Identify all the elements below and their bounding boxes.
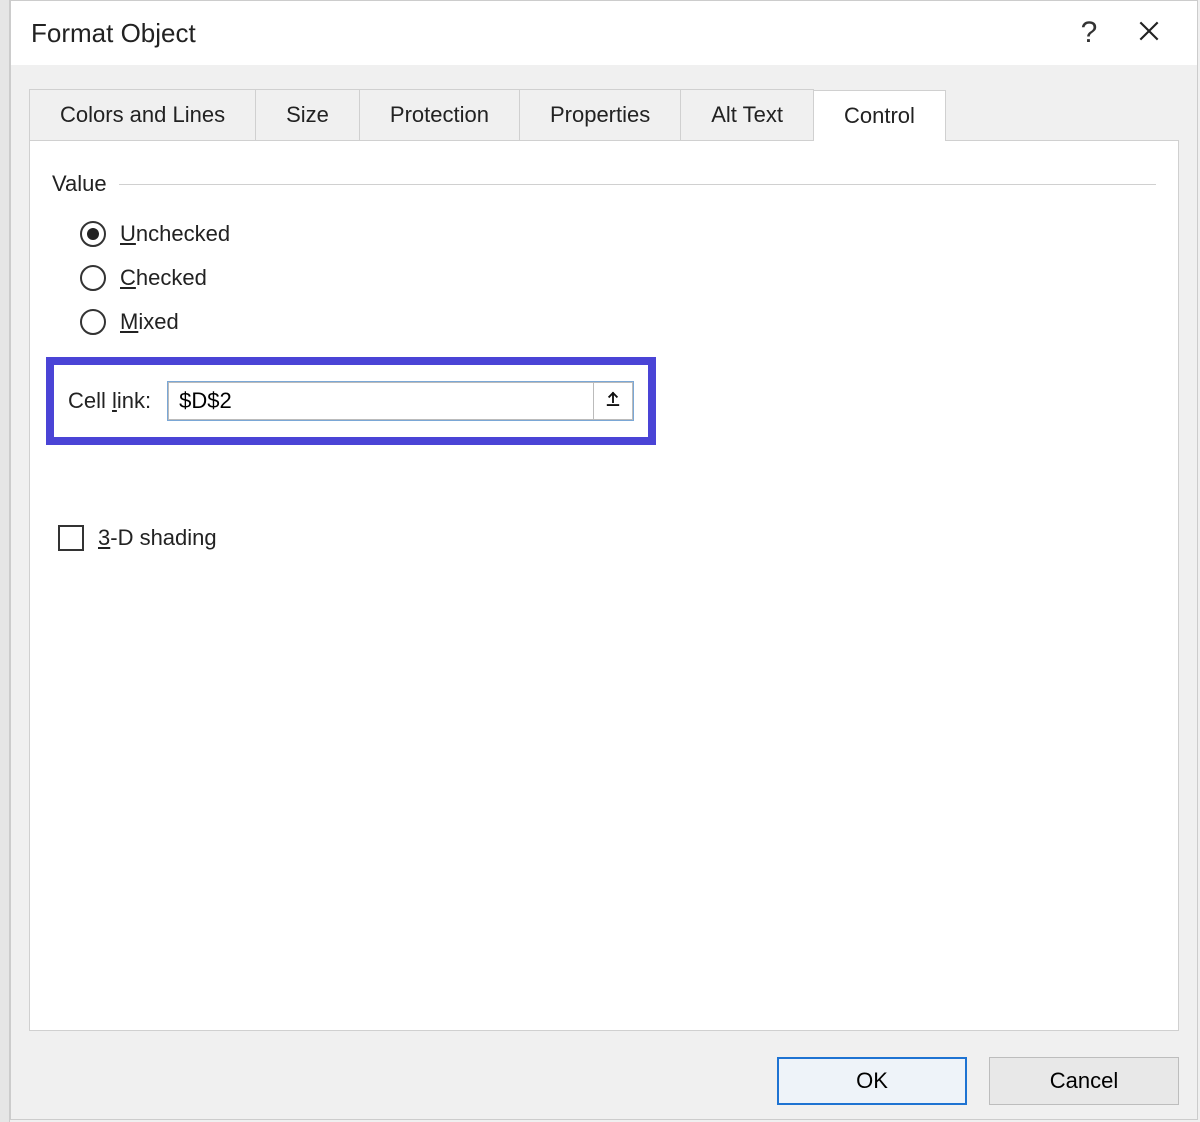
tabstrip: Colors and Lines Size Protection Propert… (29, 89, 1179, 141)
checkbox-icon (58, 525, 84, 551)
titlebar: Format Object ? (11, 1, 1197, 65)
tab-colors-and-lines[interactable]: Colors and Lines (29, 89, 256, 140)
radio-label: Checked (120, 265, 207, 291)
tab-label: Properties (550, 102, 650, 128)
tab-protection[interactable]: Protection (360, 89, 520, 140)
tab-properties[interactable]: Properties (520, 89, 681, 140)
cell-link-label: Cell link: (68, 388, 151, 414)
range-picker-button[interactable] (593, 382, 633, 420)
checkbox-3d-shading[interactable]: 3-D shading (58, 525, 1156, 551)
dialog-title: Format Object (31, 18, 1059, 49)
dialog-body: Colors and Lines Size Protection Propert… (11, 65, 1197, 1043)
radio-unchecked[interactable]: Unchecked (80, 221, 1156, 247)
tab-label: Colors and Lines (60, 102, 225, 128)
ok-button[interactable]: OK (777, 1057, 967, 1105)
value-group-label: Value (52, 171, 119, 197)
format-object-dialog: Format Object ? Colors and Lines Size Pr… (10, 0, 1198, 1120)
group-divider (119, 184, 1156, 185)
tab-label: Alt Text (711, 102, 783, 128)
radio-icon (80, 221, 106, 247)
radio-label: Mixed (120, 309, 179, 335)
radio-icon (80, 265, 106, 291)
checkbox-label: 3-D shading (98, 525, 217, 551)
radio-label: Unchecked (120, 221, 230, 247)
value-group: Value (52, 171, 1156, 197)
tab-label: Size (286, 102, 329, 128)
tab-label: Protection (390, 102, 489, 128)
collapse-dialog-icon (604, 390, 622, 413)
button-label: Cancel (1050, 1068, 1118, 1094)
tab-size[interactable]: Size (256, 89, 360, 140)
tab-alt-text[interactable]: Alt Text (681, 89, 814, 140)
cell-link-field (167, 381, 634, 421)
tab-content-control: Value Unchecked Checked Mixed Cell link: (29, 141, 1179, 1031)
tab-label: Control (844, 103, 915, 129)
cell-link-input[interactable] (168, 382, 593, 420)
dialog-footer: OK Cancel (777, 1057, 1179, 1105)
button-label: OK (856, 1068, 888, 1094)
cell-link-highlight: Cell link: (46, 357, 656, 445)
tab-control[interactable]: Control (814, 90, 946, 141)
close-icon[interactable] (1119, 18, 1179, 49)
radio-mixed[interactable]: Mixed (80, 309, 1156, 335)
radio-icon (80, 309, 106, 335)
spreadsheet-gutter (0, 0, 10, 1122)
help-icon[interactable]: ? (1059, 16, 1119, 50)
cancel-button[interactable]: Cancel (989, 1057, 1179, 1105)
radio-checked[interactable]: Checked (80, 265, 1156, 291)
